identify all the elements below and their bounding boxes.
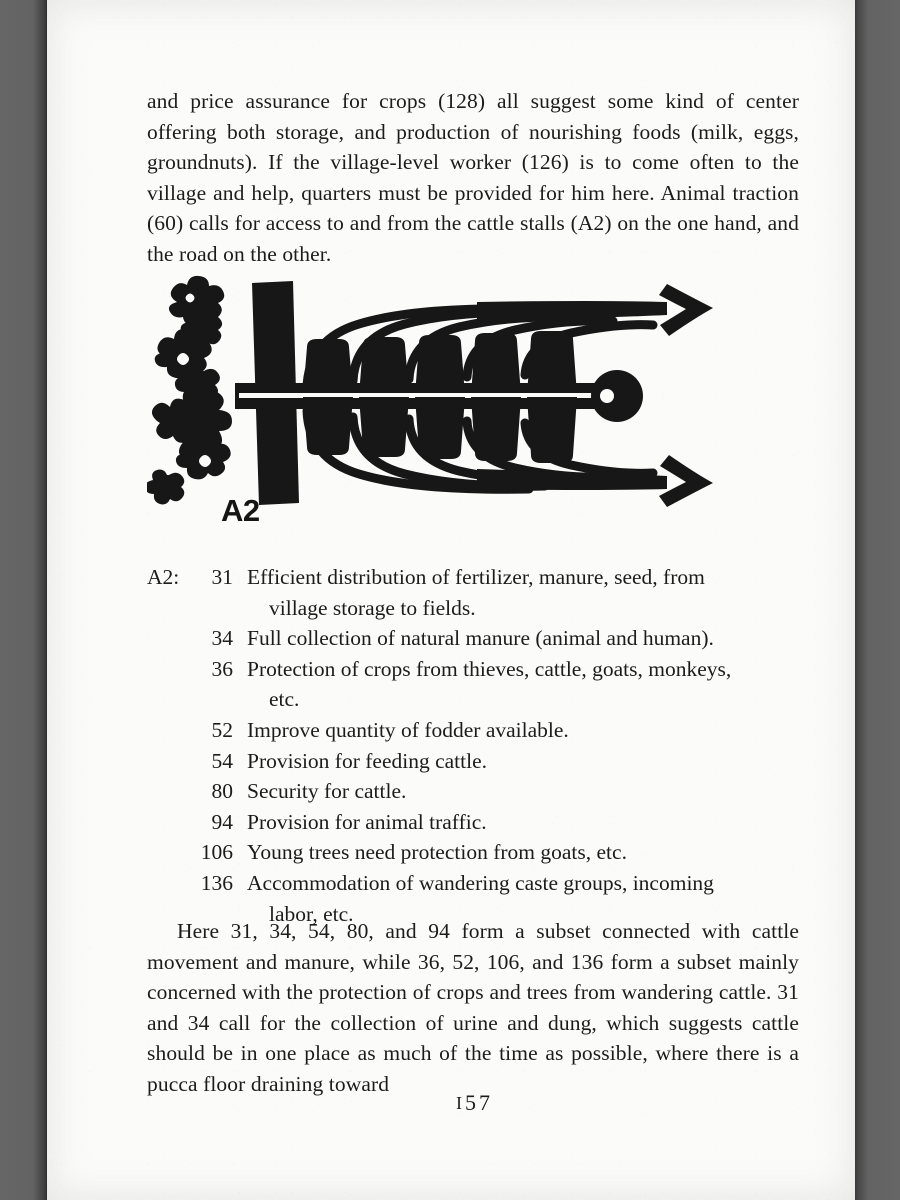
- pattern-description: Security for cattle.: [247, 779, 407, 804]
- pattern-number: 34: [211, 626, 234, 651]
- list-item: 106 Young trees need protection from goa…: [147, 837, 802, 868]
- right-gray-margin: [855, 0, 900, 1200]
- page-number-rest: 57: [465, 1090, 493, 1115]
- list-item: A2: 31 Efficient distribution of fertili…: [147, 562, 802, 623]
- pattern-description: Young trees need protection from goats, …: [247, 840, 627, 865]
- stall-teeth-lower: [303, 397, 577, 463]
- left-gray-margin: [0, 0, 47, 1200]
- pattern-description: Provision for feeding cattle.: [247, 748, 488, 773]
- figure-a2: A2: [147, 275, 802, 540]
- cattle-stalls-pictogram-svg: [147, 275, 713, 507]
- list-item: 34 Full collection of natural manure (an…: [147, 623, 802, 654]
- list-item: 36 Protection of crops from thieves, cat…: [147, 654, 802, 715]
- pattern-description-line1: Protection of crops from thieves, cattle…: [247, 656, 732, 681]
- pattern-tag: A2:: [147, 565, 180, 589]
- page-number: I57: [147, 1090, 802, 1116]
- pattern-description: Full collection of natural manure (anima…: [247, 626, 714, 651]
- pattern-description: Efficient distribution of fertilizer, ma…: [233, 562, 802, 623]
- pattern-number: 36: [211, 656, 234, 681]
- spine-end-knob-icon: [591, 370, 643, 422]
- pattern-description-line2: etc.: [269, 687, 300, 712]
- book-page: and price assurance for crops (128) all …: [47, 0, 855, 1200]
- list-item: 80 Security for cattle.: [147, 776, 802, 807]
- page-number-prefix: I: [456, 1093, 465, 1113]
- pattern-number: 31: [211, 565, 234, 589]
- foliage-cluster-icon: [147, 275, 232, 505]
- book-page-screenshot: and price assurance for crops (128) all …: [0, 0, 900, 1200]
- pattern-number: 52: [211, 717, 234, 742]
- page-content: and price assurance for crops (128) all …: [147, 0, 802, 1200]
- list-item: 54 Provision for feeding cattle.: [147, 746, 802, 777]
- intro-paragraph: and price assurance for crops (128) all …: [147, 89, 799, 266]
- pattern-number: 54: [211, 748, 234, 773]
- pattern-number: 106: [200, 840, 233, 865]
- pattern-description-line2: village storage to fields.: [269, 595, 476, 620]
- list-item: 94 Provision for animal traffic.: [147, 807, 802, 838]
- pattern-description: Improve quantity of fodder available.: [247, 717, 569, 742]
- pattern-description: Protection of crops from thieves, cattle…: [233, 654, 802, 715]
- pattern-number: 136: [200, 870, 233, 895]
- pattern-list: A2: 31 Efficient distribution of fertili…: [147, 562, 802, 929]
- list-item: 52 Improve quantity of fodder available.: [147, 715, 802, 746]
- pattern-description: Provision for animal traffic.: [247, 809, 487, 834]
- pattern-description-line1: Efficient distribution of fertilizer, ma…: [247, 565, 705, 589]
- pattern-number: 94: [211, 809, 234, 834]
- pattern-number: 80: [211, 779, 234, 804]
- figure-label-a2: A2: [221, 493, 260, 528]
- closing-paragraph: Here 31, 34, 54, 80, and 94 form a subse…: [147, 919, 799, 1096]
- pattern-description-line1: Accommodation of wandering caste groups,…: [247, 870, 714, 895]
